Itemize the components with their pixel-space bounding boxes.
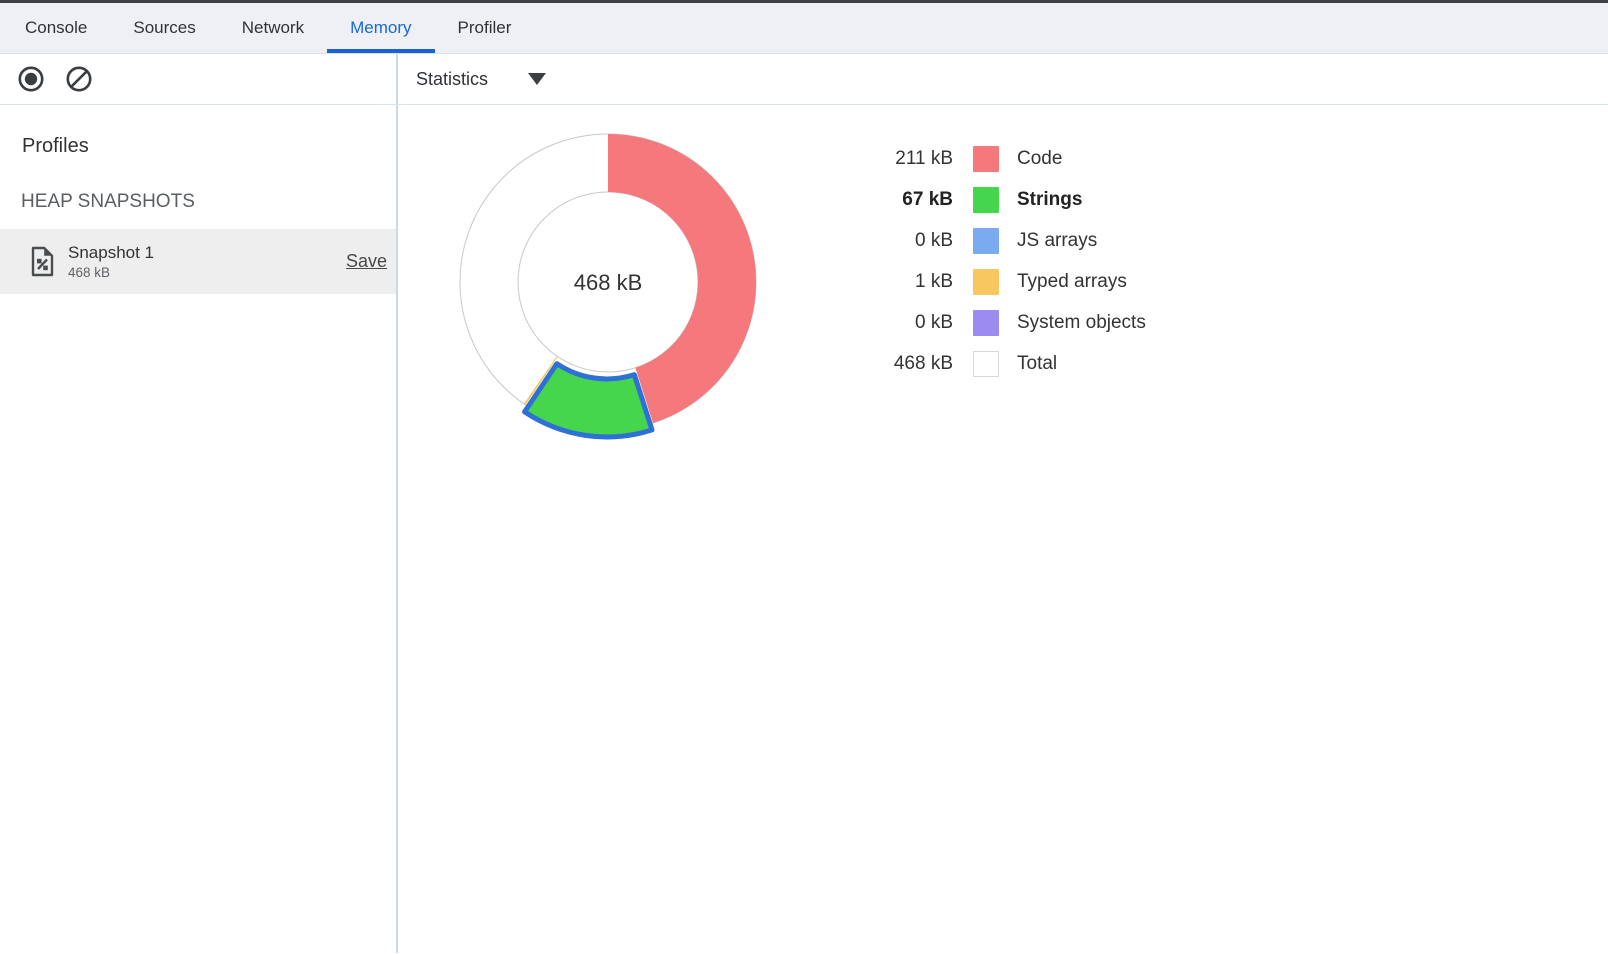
heap-snapshot-icon	[30, 246, 55, 277]
legend-value: 67 kB	[818, 189, 953, 211]
legend-value: 0 kB	[818, 312, 953, 334]
perspective-select[interactable]: Statistics	[416, 69, 546, 90]
legend-swatch-icon	[973, 269, 999, 295]
snapshot-list-item[interactable]: Snapshot 1 468 kB Save	[0, 229, 396, 294]
legend-swatch-icon	[973, 310, 999, 336]
legend-row[interactable]: 468 kB Total	[818, 343, 1146, 384]
profiles-toolbar	[0, 54, 398, 104]
toolbar: Statistics	[0, 54, 1608, 105]
legend-label: Typed arrays	[1017, 271, 1127, 293]
content-area: Profiles HEAP SNAPSHOTS Snapshot 1 468 k…	[0, 105, 1608, 953]
perspective-select-value: Statistics	[416, 69, 488, 90]
legend-value: 211 kB	[818, 148, 953, 170]
legend-value: 0 kB	[818, 230, 953, 252]
legend-row[interactable]: 0 kB JS arrays	[818, 220, 1146, 261]
pie-slice-strings[interactable]	[525, 364, 652, 437]
chart-legend: 211 kB Code 67 kB Strings 0 kB JS arrays 1 kB T…	[818, 138, 1146, 384]
clear-icon	[65, 65, 93, 93]
donut-center-label: 468 kB	[574, 270, 643, 295]
legend-swatch-icon	[973, 187, 999, 213]
legend-label: Code	[1017, 148, 1062, 170]
snapshot-text: Snapshot 1 468 kB	[68, 243, 154, 280]
statistics-pie-chart: 468 kB	[438, 112, 778, 452]
tab-memory[interactable]: Memory	[327, 3, 434, 53]
legend-swatch-icon	[973, 351, 999, 377]
statistics-panel: 468 kB 211 kB Code 67 kB Strings 0 kB JS arra…	[398, 105, 1608, 953]
snapshot-size: 468 kB	[68, 265, 154, 280]
clear-button[interactable]	[64, 64, 94, 94]
tab-network[interactable]: Network	[219, 3, 327, 53]
sidebar: Profiles HEAP SNAPSHOTS Snapshot 1 468 k…	[0, 105, 398, 953]
legend-swatch-icon	[973, 228, 999, 254]
chevron-down-icon	[528, 73, 546, 85]
legend-label: Strings	[1017, 189, 1082, 211]
tab-console[interactable]: Console	[2, 3, 110, 53]
record-button[interactable]	[16, 64, 46, 94]
legend-row[interactable]: 1 kB Typed arrays	[818, 261, 1146, 302]
legend-label: Total	[1017, 353, 1057, 375]
legend-swatch-icon	[973, 146, 999, 172]
view-toolbar: Statistics	[398, 54, 1608, 104]
legend-row[interactable]: 211 kB Code	[818, 138, 1146, 179]
tab-profiler[interactable]: Profiler	[435, 3, 535, 53]
sidebar-title: Profiles	[22, 135, 396, 158]
legend-row[interactable]: 0 kB System objects	[818, 302, 1146, 343]
record-icon	[17, 65, 45, 93]
legend-row[interactable]: 67 kB Strings	[818, 179, 1146, 220]
legend-label: JS arrays	[1017, 230, 1097, 252]
legend-value: 1 kB	[818, 271, 953, 293]
legend-value: 468 kB	[818, 353, 953, 375]
devtools-tabbar: Console Sources Network Memory Profiler	[0, 3, 1608, 54]
heap-snapshots-header: HEAP SNAPSHOTS	[21, 191, 396, 213]
save-link[interactable]: Save	[346, 251, 387, 272]
tab-sources[interactable]: Sources	[110, 3, 218, 53]
snapshot-title: Snapshot 1	[68, 243, 154, 263]
legend-label: System objects	[1017, 312, 1146, 334]
